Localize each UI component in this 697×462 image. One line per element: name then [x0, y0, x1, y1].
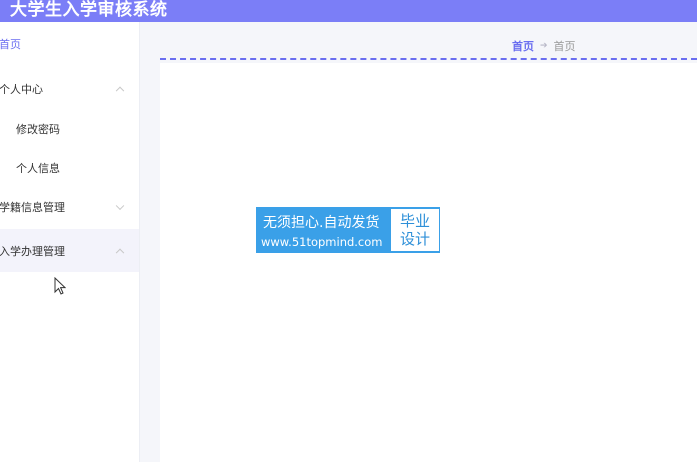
sidebar-group-student-records[interactable]: 学籍信息管理 [0, 187, 139, 227]
watermark-banner: 无须担心.自动发货 www.51topmind.com 毕业 设计 [256, 207, 440, 253]
watermark-text: 无须担心.自动发货 www.51topmind.com [257, 208, 391, 252]
watermark-url: www.51topmind.com [261, 235, 383, 249]
mouse-cursor-icon [54, 277, 66, 295]
app-title: 大学生入学审核系统 [10, 0, 168, 20]
watermark-badge-line1: 毕业 [399, 212, 430, 230]
sidebar-item-label: 入学办理管理 [0, 244, 65, 258]
breadcrumb-current: 首页 [553, 40, 576, 53]
sidebar-group-enrollment[interactable]: 入学办理管理 [0, 229, 139, 272]
watermark-slogan: 无须担心.自动发货 [263, 215, 380, 231]
breadcrumb-home-link[interactable]: 首页 [512, 38, 534, 54]
sidebar-item-label: 学籍信息管理 [0, 201, 65, 214]
sidebar-item-home[interactable]: 首页 [0, 24, 139, 64]
breadcrumb-bar: 首页 ➔ 首页 [160, 30, 697, 60]
sidebar-item-personal-info[interactable]: 个人信息 [0, 148, 139, 188]
sidebar-group-personal-center[interactable]: 个人中心 [0, 69, 139, 109]
sidebar-item-label: 个人信息 [16, 162, 60, 175]
sidebar-item-change-password[interactable]: 修改密码 [0, 109, 139, 149]
main-content [160, 63, 697, 462]
chevron-down-icon [115, 201, 125, 211]
chevron-up-icon [115, 86, 125, 96]
chevron-up-icon [115, 248, 125, 257]
sidebar-item-label: 修改密码 [16, 123, 60, 136]
watermark-badge: 毕业 设计 [391, 209, 439, 251]
sidebar: 首页 个人中心 修改密码 个人信息 学籍信息管理 入学办理管理 [0, 22, 140, 462]
arrow-icon: ➔ [540, 41, 548, 51]
watermark-badge-line2: 设计 [399, 230, 430, 248]
top-header: 大学生入学审核系统 [0, 0, 697, 22]
sidebar-item-label: 首页 [0, 38, 21, 51]
sidebar-item-label: 个人中心 [0, 83, 43, 96]
breadcrumb: 首页 ➔ 首页 [512, 38, 576, 54]
